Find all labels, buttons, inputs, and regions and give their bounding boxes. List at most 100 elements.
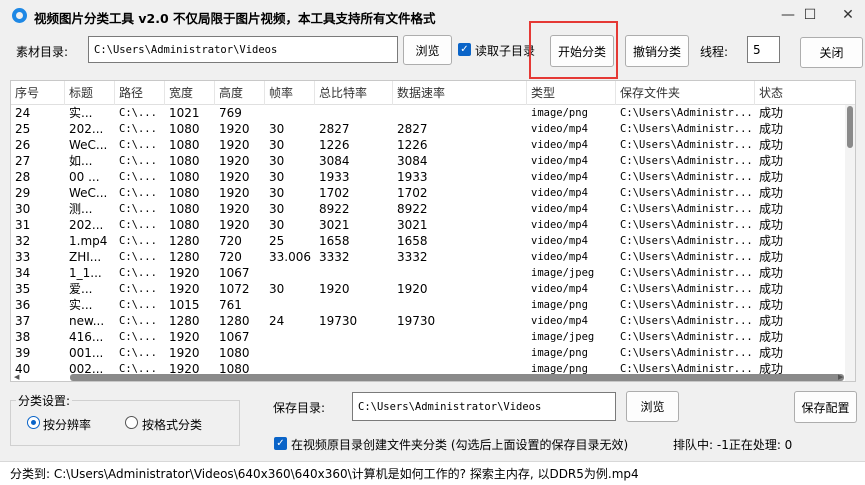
source-browse-button[interactable]: 浏览	[403, 35, 452, 65]
by-format-radio[interactable]	[125, 416, 138, 429]
cell-height: 720	[219, 234, 242, 248]
create-folder-label: 在视频原目录创建文件夹分类 (勾选后上面设置的保存目录无效)	[291, 438, 629, 452]
cell-status: 成功	[759, 250, 784, 264]
cell-type: image/jpeg	[531, 331, 595, 343]
cell-height: 1920	[219, 186, 250, 200]
cell-title: 如...	[69, 154, 93, 168]
cell-path: C:\...	[119, 299, 157, 311]
col-total-bitrate[interactable]: 总比特率	[315, 81, 393, 105]
table-row[interactable]: 36 实... C:\... 1015 761 image/png C:\Users\Adm…	[11, 297, 845, 313]
table-row[interactable]: 39 001... C:\... 1920 1080 image/png C:\Users\…	[11, 345, 845, 361]
table-row[interactable]: 37 new... C:\... 1280 1280 24 19730 19730 video/…	[11, 313, 845, 329]
status-text: 分类到: C:\Users\Administrator\Videos\640x3…	[10, 467, 639, 481]
horizontal-scroll-thumb[interactable]	[70, 374, 844, 381]
col-status[interactable]: 状态	[755, 81, 855, 105]
col-path[interactable]: 路径	[115, 81, 165, 105]
scroll-right-arrow[interactable]: ▶	[838, 373, 843, 381]
undo-classify-button[interactable]: 撤销分类	[625, 35, 689, 67]
source-dir-value: C:\Users\Administrator\Videos	[94, 43, 278, 56]
cell-status: 成功	[759, 170, 784, 184]
cell-save-folder: C:\Users\Administr...	[620, 203, 753, 215]
table-row[interactable]: 38 416... C:\... 1920 1067 image/jpeg C:\Users…	[11, 329, 845, 345]
cell-index: 28	[15, 170, 31, 184]
cell-width: 1080	[169, 122, 200, 136]
cell-save-folder: C:\Users\Administr...	[620, 155, 753, 167]
table-row[interactable]: 29 WeC... C:\... 1080 1920 30 1702 1702 video/mp…	[11, 185, 845, 201]
read-subdir-checkbox[interactable]: ✓	[458, 43, 471, 56]
cell-fps: 30	[269, 186, 285, 200]
save-config-button[interactable]: 保存配置	[794, 391, 857, 423]
cell-title: 202...	[69, 122, 104, 136]
cell-fps: 30	[269, 202, 285, 216]
table-row[interactable]: 34 1_1... C:\... 1920 1067 image/jpeg C:\Users…	[11, 265, 845, 281]
cell-total-bitrate: 19730	[319, 314, 358, 328]
start-highlight-box	[529, 21, 618, 79]
cell-data-rate: 3084	[397, 154, 428, 168]
table-row[interactable]: 30 测... C:\... 1080 1920 30 8922 8922 video/mp4 C…	[11, 201, 845, 217]
cell-width: 1920	[169, 266, 200, 280]
cell-data-rate: 1933	[397, 170, 428, 184]
table-row[interactable]: 26 WeC... C:\... 1080 1920 30 1226 1226 video/mp…	[11, 137, 845, 153]
cell-height: 761	[219, 298, 242, 312]
table-row[interactable]: 25 202... C:\... 1080 1920 30 2827 2827 video/mp…	[11, 121, 845, 137]
cell-total-bitrate: 3332	[319, 250, 350, 264]
table-row[interactable]: 24 实... C:\... 1021 769 image/png C:\Users\Adm…	[11, 105, 845, 121]
save-dir-input[interactable]: C:\Users\Administrator\Videos	[352, 392, 616, 421]
cell-title: 202...	[69, 218, 104, 232]
cell-total-bitrate	[315, 105, 393, 121]
by-resolution-radio[interactable]	[27, 416, 40, 429]
col-data-rate[interactable]: 数据速率	[393, 81, 527, 105]
create-folder-checkbox[interactable]: ✓	[274, 437, 287, 450]
maximize-button[interactable]: ☐	[796, 4, 824, 26]
col-index[interactable]: 序号	[11, 81, 65, 105]
save-browse-button[interactable]: 浏览	[626, 391, 679, 422]
table-row[interactable]: 32 1.mp4 C:\... 1280 720 25 1658 1658 video/mp4 C…	[11, 233, 845, 249]
table-row[interactable]: 33 ZHI... C:\... 1280 720 33.006 3332 3332 video…	[11, 249, 845, 265]
scroll-left-arrow[interactable]: ◀	[14, 373, 19, 381]
cell-data-rate	[393, 329, 527, 345]
cell-title: WeC...	[69, 138, 108, 152]
cell-total-bitrate: 1658	[319, 234, 350, 248]
col-height[interactable]: 高度	[215, 81, 265, 105]
cell-status: 成功	[759, 122, 784, 136]
cell-title: 实...	[69, 106, 93, 120]
cell-title: WeC...	[69, 186, 108, 200]
threads-input[interactable]: 5	[747, 36, 780, 63]
cell-width: 1080	[169, 202, 200, 216]
table-row[interactable]: 27 如... C:\... 1080 1920 30 3084 3084 video/mp4 C…	[11, 153, 845, 169]
cell-type: video/mp4	[531, 123, 588, 135]
source-dir-input[interactable]: C:\Users\Administrator\Videos	[88, 36, 398, 63]
col-fps[interactable]: 帧率	[265, 81, 315, 105]
cell-path: C:\...	[119, 267, 157, 279]
cell-path: C:\...	[119, 235, 157, 247]
col-type[interactable]: 类型	[527, 81, 616, 105]
close-button[interactable]: 关闭	[800, 37, 863, 68]
table-row[interactable]: 31 202... C:\... 1080 1920 30 3021 3021 video/mp…	[11, 217, 845, 233]
threads-label: 线程:	[700, 45, 729, 59]
file-table[interactable]: 序号 标题 路径 宽度 高度 帧率 总比特率 数据速率 类型 保存文件夹 状态 …	[10, 80, 856, 382]
table-row[interactable]: 28 00 ... C:\... 1080 1920 30 1933 1933 video/mp…	[11, 169, 845, 185]
col-save-folder[interactable]: 保存文件夹	[616, 81, 755, 105]
cell-data-rate: 1658	[397, 234, 428, 248]
close-window-button[interactable]: ✕	[834, 4, 862, 26]
col-title[interactable]: 标题	[65, 81, 115, 105]
cell-type: video/mp4	[531, 187, 588, 199]
cell-title: 001...	[69, 346, 104, 360]
cell-save-folder: C:\Users\Administr...	[620, 139, 753, 151]
vertical-scroll-thumb[interactable]	[847, 106, 853, 148]
cell-title: 416...	[69, 330, 104, 344]
cell-height: 1067	[219, 266, 250, 280]
cell-status: 成功	[759, 234, 784, 248]
cell-title: new...	[69, 314, 105, 328]
table-row[interactable]: 35 爱... C:\... 1920 1072 30 1920 1920 video/mp4 C…	[11, 281, 845, 297]
cell-height: 1080	[219, 346, 250, 360]
cell-status: 成功	[759, 298, 784, 312]
cell-total-bitrate: 1933	[319, 170, 350, 184]
cell-status: 成功	[759, 330, 784, 344]
cell-index: 29	[15, 186, 31, 200]
cell-status: 成功	[759, 346, 784, 360]
col-width[interactable]: 宽度	[165, 81, 215, 105]
cell-index: 31	[15, 218, 31, 232]
cell-save-folder: C:\Users\Administr...	[620, 123, 753, 135]
cell-path: C:\...	[119, 315, 157, 327]
